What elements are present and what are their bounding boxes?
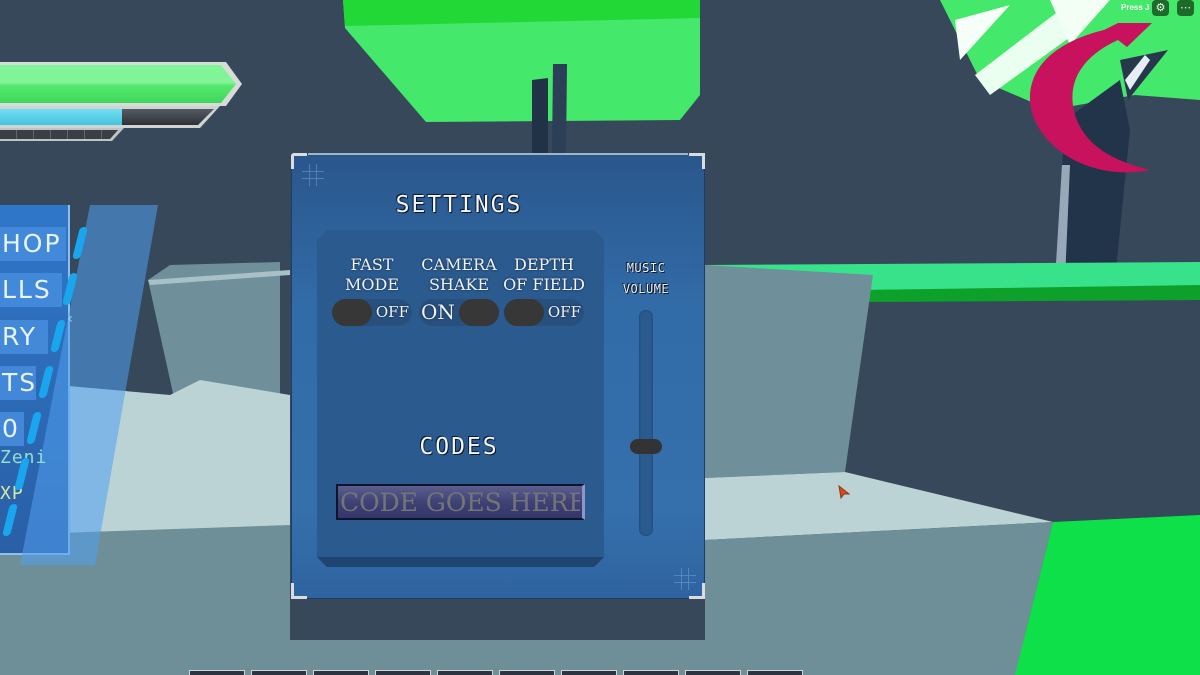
chevron-left-icon: ‹ — [67, 311, 73, 327]
hotbar-slot[interactable] — [189, 670, 245, 675]
codes-title: CODES — [419, 434, 499, 460]
energy-bar-fill — [0, 109, 122, 125]
panel-corner — [291, 583, 307, 599]
toggle-knob — [332, 299, 372, 326]
menu-item-skills[interactable]: LLS — [0, 273, 62, 307]
menu-item-label: 0 — [2, 414, 20, 443]
menu-item-shop[interactable]: HOP — [0, 227, 66, 261]
panel-top-edge — [308, 153, 688, 155]
menu-item-label: HOP — [2, 229, 62, 258]
menu-item-label: RY — [2, 322, 38, 351]
experience-bar-segments — [0, 130, 118, 139]
toggle-state: ON — [421, 300, 455, 324]
option-label: DEPTH OF FIELD — [503, 255, 585, 294]
health-bar — [0, 62, 242, 106]
collapse-menu-button[interactable]: ‹ — [66, 300, 74, 338]
more-menu-button[interactable]: ⋯ — [1177, 0, 1194, 16]
panel-corner — [689, 153, 705, 169]
settings-title: SETTINGS — [395, 192, 523, 218]
hotbar-slot[interactable] — [251, 670, 307, 675]
toggle-knob — [504, 299, 544, 326]
menu-item-inventory[interactable]: RY — [0, 320, 48, 354]
keybind-hint: Press J — [1121, 3, 1150, 12]
health-bar-fill — [0, 65, 236, 103]
player-status-bars — [0, 62, 250, 147]
menu-item-label: LLS — [2, 275, 52, 304]
option-depth-of-field: DEPTH OF FIELD OFF — [496, 255, 592, 326]
option-label: FAST MODE — [344, 255, 399, 294]
depth-of-field-toggle[interactable]: OFF — [504, 299, 584, 326]
hotbar-slot[interactable] — [313, 670, 369, 675]
option-fast-mode: FAST MODE OFF — [324, 255, 420, 326]
fast-mode-toggle[interactable]: OFF — [332, 299, 412, 326]
energy-bar-track — [0, 109, 214, 125]
option-camera-shake: CAMERA SHAKE ON — [411, 255, 507, 326]
toggle-knob — [459, 299, 499, 326]
side-menu: HOP LLS RY TS 0 Zeni XP ‹ — [0, 205, 160, 565]
hotbar-slot[interactable] — [747, 670, 803, 675]
settings-panel: SETTINGS FAST MODE OFF CAMERA SHAKE ON D… — [291, 153, 705, 599]
code-input[interactable] — [336, 484, 585, 520]
hotbar-slot[interactable] — [375, 670, 431, 675]
music-volume-slider[interactable] — [630, 310, 662, 536]
experience-bar — [0, 128, 124, 141]
settings-button[interactable]: ⚙ — [1152, 0, 1169, 16]
toggle-state: OFF — [375, 303, 409, 321]
hotbar-slot[interactable] — [437, 670, 493, 675]
more-icon: ⋯ — [1180, 1, 1191, 14]
decorative-grid-icon — [674, 568, 696, 590]
decorative-grid-icon — [302, 164, 324, 186]
menu-item-partial[interactable]: 0 — [0, 412, 24, 446]
inner-panel-shadow — [317, 557, 604, 567]
hotbar-slot[interactable] — [499, 670, 555, 675]
camera-shake-toggle[interactable]: ON — [419, 299, 499, 326]
option-label: CAMERA SHAKE — [421, 255, 497, 294]
hotbar-slot[interactable] — [623, 670, 679, 675]
energy-bar — [0, 106, 220, 128]
hotbar-slot[interactable] — [685, 670, 741, 675]
gear-icon: ⚙ — [1155, 1, 1166, 14]
music-volume-label: MUSIC VOLUME — [622, 261, 670, 296]
menu-item-label: TS — [2, 368, 36, 397]
toggle-state: OFF — [547, 303, 581, 321]
menu-item-stats[interactable]: TS — [0, 366, 36, 400]
hotbar-slot[interactable] — [561, 670, 617, 675]
music-volume-slider-handle[interactable] — [630, 438, 662, 454]
mouse-cursor-icon — [838, 485, 850, 499]
